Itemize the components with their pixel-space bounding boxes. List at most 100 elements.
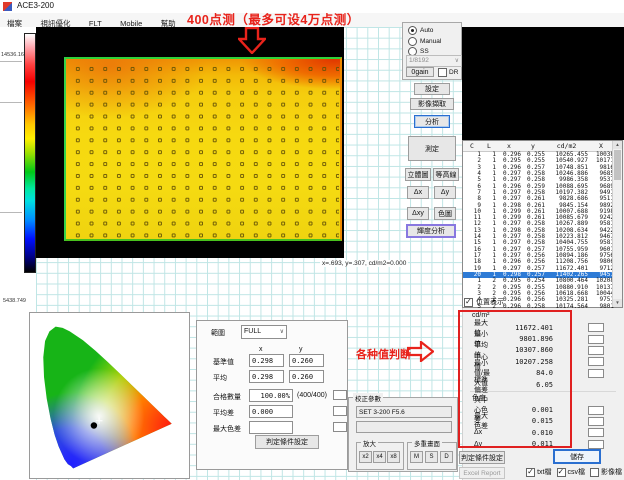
color-scale-bar xyxy=(24,33,36,273)
delta-x-button[interactable]: Δx xyxy=(407,186,429,199)
analyze-button[interactable]: 分析 xyxy=(414,115,450,128)
table-scrollbar[interactable]: ▲ ▼ xyxy=(612,141,622,307)
judge-indicator xyxy=(588,357,604,366)
multi-s-button[interactable]: S xyxy=(425,451,438,463)
range-label: 範圍 xyxy=(211,328,225,338)
capture-settings-group: Auto Manual SS 1/8192 ∨ 0gain DR xyxy=(402,22,462,80)
delta-y-button[interactable]: Δy xyxy=(434,186,456,199)
calibration-panel: 校正參數 SET 3-200 F5.6 放大 x2 x4 x8 多重畫面 M S… xyxy=(348,397,458,472)
zoom-x2-button[interactable]: x2 xyxy=(359,451,372,463)
radio-ss-label: SS xyxy=(420,48,429,55)
dr-label: DR xyxy=(449,69,458,76)
file-type-checkbox[interactable]: txt檔 xyxy=(526,467,551,477)
position-display-check-icon[interactable] xyxy=(464,298,473,307)
pass-count-label: 合格數量 xyxy=(213,392,241,402)
table-body[interactable]: 110.2960.25510265.45510038210.2950.25510… xyxy=(463,152,622,310)
dr-checkbox[interactable]: DR xyxy=(438,68,458,77)
reference-x-field[interactable]: 0.298 xyxy=(249,354,284,367)
file-type-checkbox[interactable]: 影像檔 xyxy=(590,467,622,477)
excel-report-button[interactable]: Excel Report xyxy=(459,467,505,479)
scrollbar-thumb[interactable] xyxy=(614,150,621,180)
footer-checks: txt檔 csv檔 影像檔 xyxy=(520,467,622,477)
checkbox-icon[interactable] xyxy=(590,468,599,477)
zoom-x8-button[interactable]: x8 xyxy=(387,451,400,463)
judge-indicator xyxy=(333,390,347,400)
stereo-view-button[interactable]: 立體圖 xyxy=(405,168,431,181)
pass-percent-field: 100.00% xyxy=(249,389,293,402)
position-display-checkbox[interactable]: 位置表示 xyxy=(464,297,504,307)
checkbox-icon[interactable] xyxy=(557,468,566,477)
colorbar-min-value: 5438.749 xyxy=(3,298,26,304)
max-color-diff-field xyxy=(249,421,293,434)
judge-condition-button[interactable]: 判定條件設定 xyxy=(255,435,319,449)
app-icon xyxy=(3,2,12,11)
zero-gain-button[interactable]: 0gain xyxy=(406,67,434,77)
scroll-down-icon[interactable]: ▼ xyxy=(613,299,622,307)
reference-y-field[interactable]: 0.260 xyxy=(289,354,324,367)
column-y-header: y xyxy=(299,346,303,353)
table-header-cell: C xyxy=(463,141,482,151)
result-value: 0.001 xyxy=(493,406,553,414)
checkbox-label: 影像檔 xyxy=(601,467,622,477)
radio-auto[interactable]: Auto xyxy=(408,26,433,35)
judge-indicator xyxy=(588,417,604,426)
calibration-value-field: SET 3-200 F5.6 xyxy=(356,406,452,418)
result-value: 0.015 xyxy=(493,417,553,425)
camera-preview xyxy=(462,27,624,140)
delta-xy-button[interactable]: Δxy xyxy=(407,207,429,220)
cursor-status-line: x=.693, y=.307, cd/m2=0.000 xyxy=(320,260,408,267)
average-label: 平均 xyxy=(213,373,227,383)
radio-manual-circle-icon[interactable] xyxy=(408,37,417,46)
column-x-header: x xyxy=(259,346,263,353)
colorbar-tick xyxy=(0,212,22,213)
reference-label: 基準值 xyxy=(213,357,234,367)
result-label: 標準偏差 xyxy=(474,375,493,395)
file-type-checkbox[interactable]: csv檔 xyxy=(557,467,586,477)
dr-checkbox-icon[interactable] xyxy=(438,68,447,77)
cie-chromaticity-diagram xyxy=(35,317,187,477)
cie-diagram-panel xyxy=(29,312,190,479)
luminance-analysis-button[interactable]: 輝度分析 xyxy=(406,224,456,238)
checkbox-icon[interactable] xyxy=(526,468,535,477)
average-y-field[interactable]: 0.260 xyxy=(289,370,324,383)
footer-judge-condition-button[interactable]: 判定條件設定 xyxy=(459,451,505,464)
annotation-down-arrow-icon xyxy=(238,27,266,54)
contour-button[interactable]: 等高線 xyxy=(433,168,459,181)
average-x-field[interactable]: 0.298 xyxy=(249,370,284,383)
range-dropdown[interactable]: FULL ∨ xyxy=(241,325,287,339)
table-header-cell: x xyxy=(497,141,521,151)
annotation-right-arrow-icon xyxy=(407,341,434,362)
table-header-cell: cd/m2 xyxy=(545,141,588,151)
max-color-diff-label: 最大色差 xyxy=(213,424,241,434)
save-button[interactable]: 儲存 xyxy=(553,449,601,464)
measurement-image-area[interactable] xyxy=(36,27,344,258)
image-capture-button[interactable]: 影像擷取 xyxy=(410,98,454,110)
chevron-down-icon: ∨ xyxy=(280,326,284,338)
result-value: 0.010 xyxy=(493,429,553,437)
judge-indicator xyxy=(588,323,604,332)
measurement-points-grid xyxy=(67,60,339,238)
result-row: Δx0.010 xyxy=(462,427,624,438)
measurement-table[interactable]: CLxycd/m2X 110.2960.25510265.45510038210… xyxy=(462,140,623,308)
shutter-dropdown[interactable]: 1/8192 ∨ xyxy=(406,55,462,67)
scroll-up-icon[interactable]: ▲ xyxy=(613,141,622,149)
checkbox-label: csv檔 xyxy=(568,467,586,477)
zoom-x4-button[interactable]: x4 xyxy=(373,451,386,463)
colorbar-tick xyxy=(0,61,22,62)
multi-d-button[interactable]: D xyxy=(440,451,453,463)
annotation-points-note: 400点测（最多可设4万点测） xyxy=(187,9,360,28)
measure-button[interactable]: 測定 xyxy=(408,136,456,161)
radio-auto-circle-icon[interactable] xyxy=(408,26,417,35)
luminance-heatmap[interactable] xyxy=(64,57,342,241)
settings-button[interactable]: 設定 xyxy=(414,83,450,95)
radio-manual[interactable]: Manual xyxy=(408,37,441,46)
color-map-button[interactable]: 色圖 xyxy=(434,207,456,220)
pass-count-value: (400/400) xyxy=(297,392,327,399)
result-value: 9801.896 xyxy=(493,335,553,343)
judge-indicator xyxy=(588,369,604,378)
average-diff-field: 0.000 xyxy=(249,405,293,418)
multi-m-button[interactable]: M xyxy=(410,451,423,463)
result-value: 84.0 xyxy=(493,369,553,377)
multi-screen-label: 多重畫面 xyxy=(412,438,442,448)
result-row: 標準偏差6.05 xyxy=(462,379,624,390)
